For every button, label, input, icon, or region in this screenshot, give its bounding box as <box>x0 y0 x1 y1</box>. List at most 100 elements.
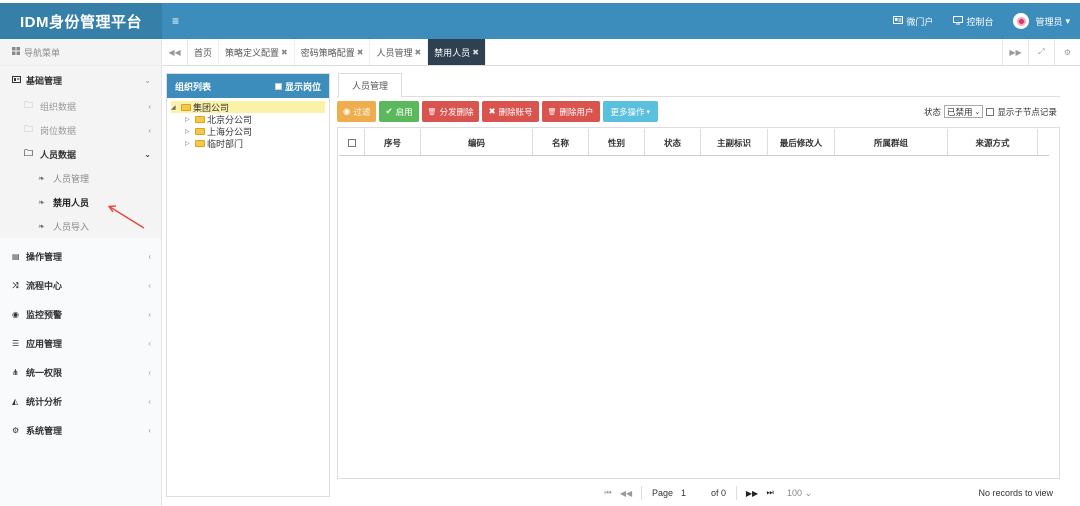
status-select-value: 已禁用 <box>947 106 973 117</box>
sidebar-group-monitor[interactable]: ◉ 监控预警 ‹ <box>0 300 161 329</box>
status-select[interactable]: 已禁用 ⌄ <box>944 105 984 118</box>
column-header[interactable]: 性别 <box>589 129 645 156</box>
eye-icon: ◉ <box>12 310 19 319</box>
button-label: 删除用户 <box>559 106 594 117</box>
show-position-label: 显示岗位 <box>284 81 321 92</box>
collapsed-triangle-icon[interactable]: ▷ <box>185 140 195 147</box>
tab-main-person-manage[interactable]: 人员管理 <box>338 73 403 98</box>
user-caret-icon: ▾ <box>1065 15 1070 26</box>
chevron-down-icon: ⌄ <box>144 75 151 85</box>
close-icon[interactable]: ✖ <box>414 48 421 57</box>
menu-toggle-icon[interactable]: ≡ <box>172 14 179 28</box>
distribute-delete-button[interactable]: 🗑 分发删除 <box>421 101 480 122</box>
tab-label: 密码策略配置 <box>300 47 355 58</box>
prev-page-icon[interactable]: ◀◀ <box>617 489 635 498</box>
folder-outline-icon: 🗀 <box>24 100 34 110</box>
select-all-checkbox[interactable] <box>347 138 356 147</box>
collapsed-triangle-icon[interactable]: ▷ <box>185 128 195 135</box>
column-header[interactable]: 状态 <box>645 129 701 156</box>
sidebar-item-person-data[interactable]: 🗀 人员数据 ⌄ <box>0 142 161 166</box>
column-header[interactable]: 最后修改人 <box>768 129 835 156</box>
button-label: 删除账号 <box>498 106 533 117</box>
tree-node-root[interactable]: ◢ 集团公司 <box>171 101 325 113</box>
show-child-checkbox[interactable] <box>986 107 995 116</box>
gear-icon[interactable]: ⚙ <box>1054 39 1080 65</box>
annotation-arrow-icon <box>107 205 145 229</box>
filter-button[interactable]: ◉ 过滤 <box>337 101 377 122</box>
fullscreen-icon[interactable]: ⤢ <box>1028 39 1054 65</box>
first-page-icon[interactable]: ⏮ <box>599 488 617 498</box>
nav-header-label: 导航菜单 <box>24 47 61 58</box>
column-header[interactable]: 序号 <box>365 129 421 156</box>
button-label: 过滤 <box>353 106 371 117</box>
delete-account-button[interactable]: ✖ 删除账号 <box>482 101 539 122</box>
collapsed-triangle-icon[interactable]: ▷ <box>185 116 195 123</box>
column-header[interactable]: 主副标识 <box>701 129 768 156</box>
sidebar-group-label: 流程中心 <box>26 281 63 291</box>
folder-icon <box>195 127 205 135</box>
folder-icon <box>181 103 191 111</box>
action-toolbar: ◉ 过滤 ✔ 启用 🗑 分发删除 ✖ 删除账号 🗑 删除用户 更多操作 ▾ <box>337 101 659 122</box>
app-title: IDM身份管理平台 <box>0 3 162 39</box>
sidebar-group-statistics[interactable]: ◭ 统计分析 ‹ <box>0 387 161 416</box>
sidebar-group-operation[interactable]: ▤ 操作管理 ‹ <box>0 242 161 271</box>
sidebar-group-permission[interactable]: ⋔ 统一权限 ‹ <box>0 358 161 387</box>
tab-policy-definition[interactable]: 策略定义配置 ✖ <box>219 39 295 65</box>
sidebar-group-workflow[interactable]: ⤨ 流程中心 ‹ <box>0 271 161 300</box>
tree-node[interactable]: ▷ 北京分公司 <box>171 113 325 125</box>
chevron-left-icon: ‹ <box>148 368 151 377</box>
button-label: 分发删除 <box>439 106 474 117</box>
column-header[interactable]: 来源方式 <box>948 129 1038 156</box>
tab-person-manage[interactable]: 人员管理 ✖ <box>370 39 429 65</box>
avatar <box>1013 13 1030 29</box>
close-icon[interactable]: ✖ <box>281 48 288 57</box>
last-page-icon[interactable]: ⏭ <box>761 488 779 498</box>
expanded-triangle-icon[interactable]: ◢ <box>171 104 181 111</box>
sidebar-group-app[interactable]: ☰ 应用管理 ‹ <box>0 329 161 358</box>
user-menu[interactable]: 管理员 ▾ <box>1003 13 1080 29</box>
chevron-left-icon: ‹ <box>148 426 151 435</box>
page-input[interactable]: 1 <box>681 488 703 498</box>
tab-label: 禁用人员 <box>434 47 471 58</box>
close-icon[interactable]: ✖ <box>357 48 364 57</box>
sidebar-item-org-data[interactable]: 🗀 组织数据 ‹ <box>0 94 161 118</box>
leaf-icon: ❧ <box>38 197 45 207</box>
page-size-value: 100 <box>787 487 803 498</box>
show-position-toggle[interactable]: 显示岗位 <box>274 80 321 93</box>
tab-password-policy[interactable]: 密码策略配置 ✖ <box>295 39 371 65</box>
sidebar-item-label: 组织数据 <box>40 101 77 112</box>
micro-portal-link[interactable]: 微门户 <box>883 15 943 28</box>
column-header[interactable]: 编码 <box>421 129 533 156</box>
next-page-icon[interactable]: ▶▶ <box>743 489 761 498</box>
sidebar-group-label: 统一权限 <box>26 368 63 378</box>
tree-node[interactable]: ▷ 上海分公司 <box>171 125 325 137</box>
column-header[interactable]: 所属群组 <box>835 129 948 156</box>
sidebar-item-person-manage[interactable]: ❧ 人员管理 <box>0 166 161 190</box>
check-icon: ✔ <box>385 106 393 116</box>
delete-user-button[interactable]: 🗑 删除用户 <box>541 101 600 122</box>
sidebar-item-position-data[interactable]: 🗀 岗位数据 ‹ <box>0 118 161 142</box>
enable-button[interactable]: ✔ 启用 <box>379 101 419 122</box>
tab-scroll-right-icon[interactable]: ▶▶ <box>1002 39 1028 65</box>
tree-node[interactable]: ▷ 临时部门 <box>171 137 325 149</box>
chevron-left-icon: ‹ <box>148 339 151 348</box>
sidebar-group-label: 操作管理 <box>26 252 63 262</box>
chevron-down-icon: ⌄ <box>144 149 151 159</box>
tab-disabled-person[interactable]: 禁用人员 ✖ <box>428 39 486 65</box>
sidebar-item-label: 人员数据 <box>40 149 77 160</box>
sidebar-group-basic[interactable]: 基础管理 ⌄ <box>0 66 161 94</box>
tab-scroll-left-icon[interactable]: ◀◀ <box>162 39 188 65</box>
tab-home[interactable]: 首页 <box>188 39 220 65</box>
sidebar-group-label: 统计分析 <box>26 397 63 407</box>
more-actions-button[interactable]: 更多操作 ▾ <box>602 101 659 122</box>
folder-icon <box>195 115 205 123</box>
sidebar-group-system[interactable]: ⚙ 系统管理 ‹ <box>0 416 161 445</box>
grid-icon <box>12 47 20 57</box>
page-label: Page <box>652 488 674 498</box>
console-link[interactable]: 控制台 <box>943 15 1003 28</box>
page-size-select[interactable]: 100 ⌄ <box>787 488 812 499</box>
column-header[interactable]: 名称 <box>533 129 589 156</box>
close-icon[interactable]: ✖ <box>472 48 479 57</box>
area-chart-icon: ◭ <box>12 397 19 406</box>
show-position-checkbox[interactable] <box>274 82 282 90</box>
